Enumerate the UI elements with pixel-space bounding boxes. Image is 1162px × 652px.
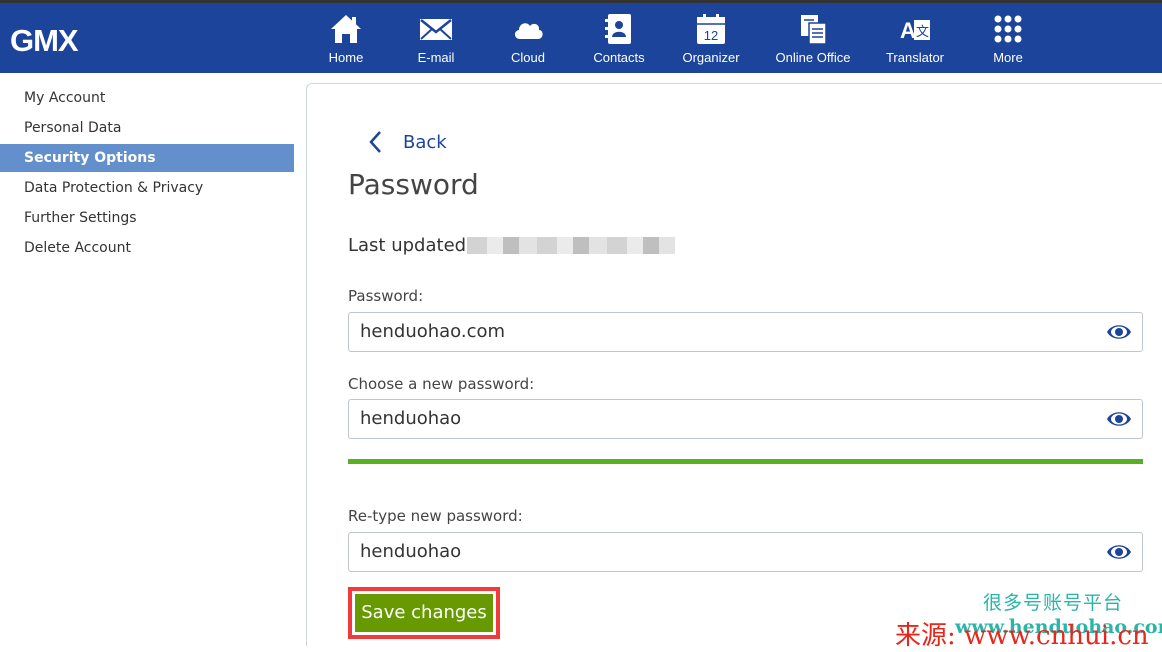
nav-translator[interactable]: A 文 Translator: [882, 12, 948, 72]
sidebar-item-data-protection[interactable]: Data Protection & Privacy: [0, 174, 294, 202]
retype-password-label: Re-type new password:: [348, 507, 523, 525]
sidebar-item-personal-data[interactable]: Personal Data: [0, 114, 294, 142]
office-icon: [801, 15, 827, 45]
watermark-text: 很多号账号平台: [983, 592, 1124, 614]
current-password-value: henduohao.com: [360, 321, 506, 342]
save-changes-button[interactable]: Save changes: [355, 594, 493, 632]
show-password-eye-icon[interactable]: [1106, 542, 1132, 562]
calendar-day-number: 12: [704, 28, 718, 43]
show-password-eye-icon[interactable]: [1106, 409, 1132, 429]
nav-cloud[interactable]: Cloud: [508, 12, 548, 72]
sidebar-item-further-settings[interactable]: Further Settings: [0, 204, 294, 232]
cloud-icon: [514, 23, 543, 39]
new-password-label: Choose a new password:: [348, 375, 535, 393]
calendar-icon: 12: [697, 14, 725, 44]
chevron-left-icon: [369, 131, 381, 153]
current-password-label: Password:: [348, 287, 424, 305]
back-label: Back: [403, 131, 447, 153]
nav-home[interactable]: Home: [327, 12, 365, 72]
gmx-logo[interactable]: GMX: [10, 23, 79, 59]
new-password-field[interactable]: henduohao: [348, 399, 1143, 439]
home-icon: [331, 15, 361, 43]
nav-translator-label: Translator: [885, 50, 945, 65]
save-button-highlight: Save changes: [348, 587, 500, 639]
back-link[interactable]: Back: [366, 128, 447, 156]
nav-contacts[interactable]: Contacts: [590, 12, 648, 72]
mail-icon: [420, 19, 452, 40]
last-updated-value-redacted: [467, 237, 675, 254]
nav-organizer[interactable]: 12 Organizer: [678, 12, 744, 72]
translate-icon: A 文: [900, 18, 930, 43]
retype-password-value: henduohao: [360, 541, 462, 562]
password-strength-bar: [348, 459, 1143, 464]
nav-email[interactable]: E-mail: [413, 12, 459, 72]
nav-cloud-label: Cloud: [511, 50, 545, 65]
nav-online-office-label: Online Office: [775, 50, 851, 65]
nav-contacts-label: Contacts: [593, 50, 645, 65]
nav-more-label: More: [993, 50, 1023, 65]
show-password-eye-icon[interactable]: [1106, 322, 1132, 342]
grid-icon: [994, 15, 1022, 43]
sidebar-item-delete-account[interactable]: Delete Account: [0, 234, 294, 262]
nav-online-office[interactable]: Online Office: [771, 12, 855, 72]
nav-home-label: Home: [328, 50, 364, 65]
page-title: Password: [348, 168, 479, 201]
nav-email-label: E-mail: [417, 50, 455, 65]
svg-text:文: 文: [916, 24, 929, 39]
retype-password-field[interactable]: henduohao: [348, 532, 1143, 572]
nav-organizer-label: Organizer: [682, 50, 740, 65]
watermark-source: 来源: www.cnhui.cn: [895, 621, 1149, 651]
nav-more[interactable]: More: [988, 12, 1028, 72]
sidebar-item-security-options[interactable]: Security Options: [0, 144, 294, 172]
sidebar-item-my-account[interactable]: My Account: [0, 84, 294, 112]
contacts-icon: [605, 14, 631, 44]
svg-text:A: A: [900, 18, 916, 43]
new-password-value: henduohao: [360, 408, 462, 429]
top-navigation-bar: GMX Home E-mail Cloud Contacts 12 Organi…: [0, 0, 1162, 73]
settings-sidebar: My Account Personal Data Security Option…: [0, 73, 306, 646]
current-password-field[interactable]: henduohao.com: [348, 312, 1143, 352]
last-updated-label: Last updated: [348, 235, 467, 256]
